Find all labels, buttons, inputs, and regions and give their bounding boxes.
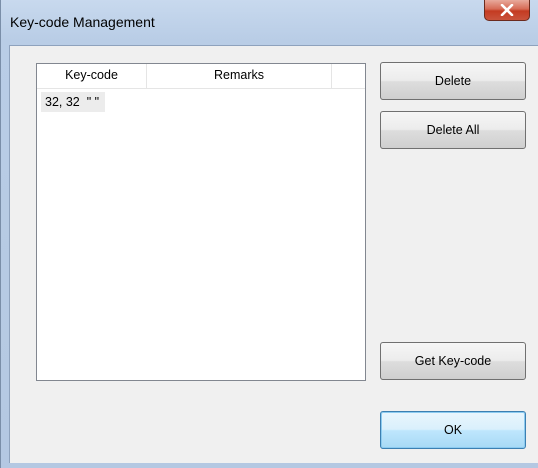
dialog-client-area: Key-code Remarks 32, 32 " " Delete Delet… — [9, 45, 538, 463]
title-bar[interactable]: Key-code Management — [1, 0, 538, 46]
key-code-list[interactable]: Key-code Remarks 32, 32 " " — [36, 63, 366, 381]
window-title: Key-code Management — [10, 14, 155, 30]
ok-button[interactable]: OK — [380, 411, 526, 449]
dialog-window: Key-code Management Key-code Remarks 32,… — [0, 0, 538, 468]
column-header-key-code[interactable]: Key-code — [37, 64, 147, 88]
close-icon — [500, 4, 514, 16]
column-header-remarks[interactable]: Remarks — [147, 64, 332, 88]
get-key-code-button[interactable]: Get Key-code — [380, 342, 526, 380]
delete-button[interactable]: Delete — [380, 62, 526, 100]
close-button[interactable] — [484, 0, 530, 21]
column-header-filler — [332, 64, 365, 88]
list-header: Key-code Remarks — [37, 64, 365, 89]
delete-all-button[interactable]: Delete All — [380, 111, 526, 149]
list-item[interactable]: 32, 32 " " — [41, 92, 106, 112]
